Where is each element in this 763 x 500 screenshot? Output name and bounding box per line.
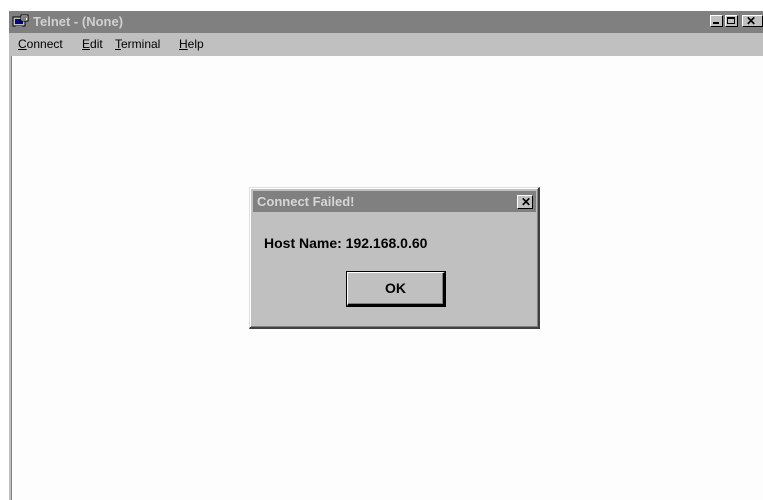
- connect-failed-dialog: Connect Failed! ✕ Host Name: 192.168.0.6…: [249, 187, 540, 329]
- window-close-button[interactable]: ✕: [742, 14, 763, 28]
- maximize-button[interactable]: [725, 15, 738, 27]
- window-title: Telnet - (None): [33, 14, 124, 29]
- close-icon: ✕: [521, 195, 532, 209]
- menu-connect[interactable]: Connect: [18, 37, 63, 51]
- menu-help[interactable]: Help: [179, 37, 204, 51]
- dialog-message: Host Name: 192.168.0.60: [264, 235, 428, 251]
- minimize-button[interactable]: [710, 15, 723, 27]
- dialog-close-button[interactable]: ✕: [517, 195, 533, 209]
- menu-terminal[interactable]: Terminal: [115, 37, 160, 51]
- close-icon: ✕: [746, 14, 757, 28]
- ok-button[interactable]: OK: [346, 271, 446, 307]
- telnet-app-icon: [12, 14, 29, 28]
- dialog-title-bar[interactable]: Connect Failed! ✕: [253, 191, 536, 212]
- window-title-bar[interactable]: Telnet - (None) ✕: [9, 11, 763, 33]
- menu-bar: Connect Edit Terminal Help: [9, 34, 763, 55]
- menu-edit[interactable]: Edit: [82, 37, 103, 51]
- dialog-title: Connect Failed!: [257, 194, 355, 209]
